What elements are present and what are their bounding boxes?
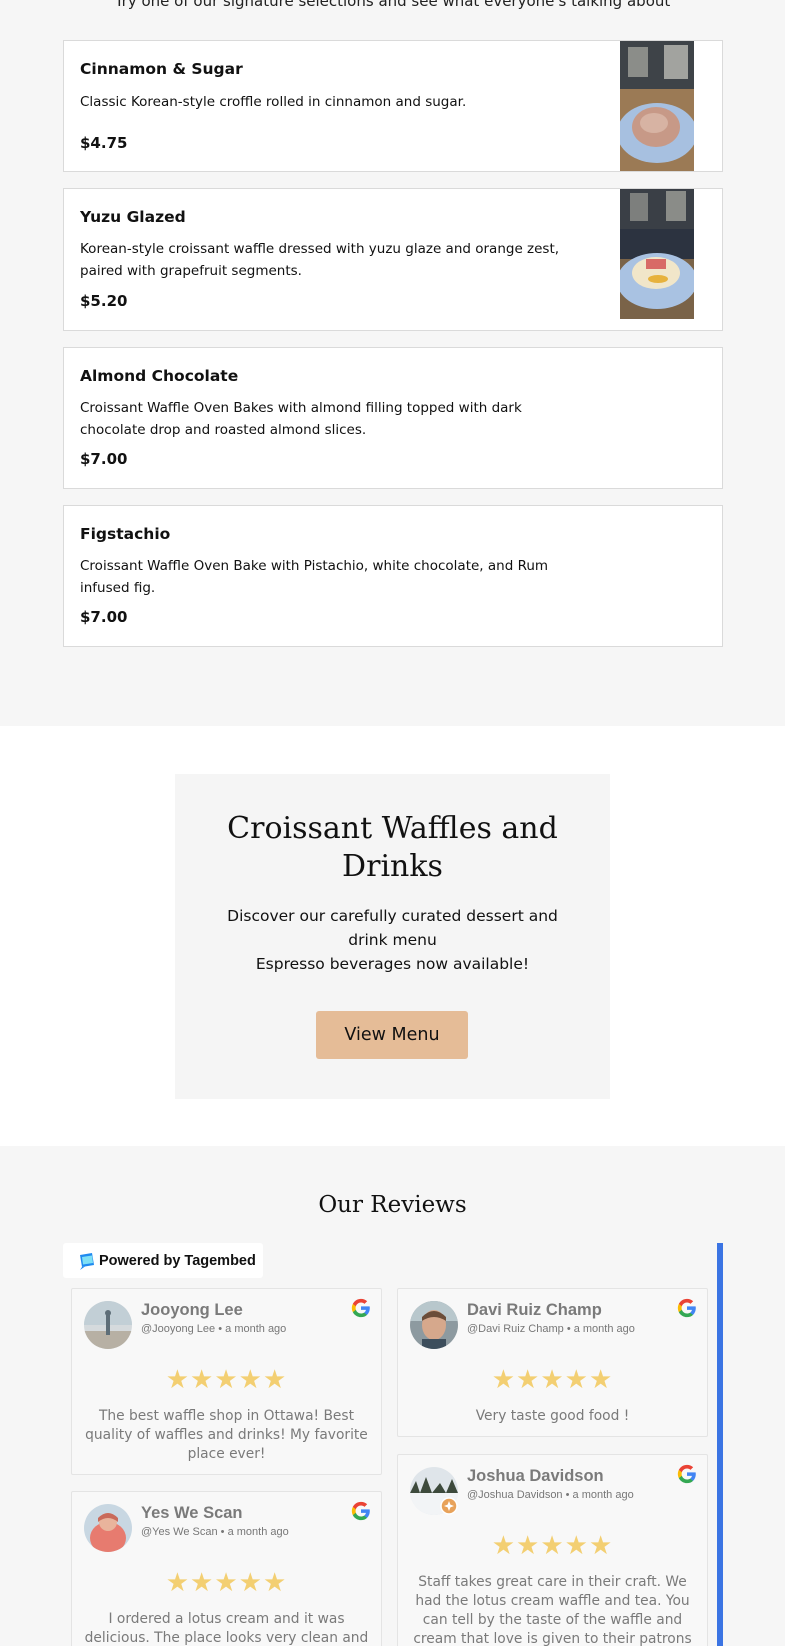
reviewer-handle: @Yes We Scan [141,1526,218,1538]
menu-item-yuzu-glazed[interactable]: Yuzu Glazed Korean-style croissant waffl… [63,188,723,331]
feature-section: Croissant Waffles and Drinks Discover ou… [0,726,785,1146]
menu-item-description: Croissant Waffle Oven Bake with Pistachi… [80,558,549,596]
tagembed-logo-icon [80,1252,94,1270]
google-icon [677,1464,696,1484]
menu-item-name: Yuzu Glazed [80,208,186,226]
review-time: • a month ago [566,1323,635,1335]
review-time: • a month ago [565,1489,634,1501]
menu-item-price: $7.00 [80,450,128,468]
menu-item-description: Classic Korean-style croffle rolled in c… [80,94,467,110]
star-rating: ★★★★★ [491,1365,614,1395]
intro-text: Try one of our signature selections and … [114,0,671,10]
reviews-title: Our Reviews [318,1192,467,1218]
reviewer-name: Jooyong Lee [141,1301,243,1319]
reviewer-handle: @Davi Ruiz Champ [467,1323,564,1335]
menu-item-price: $7.00 [80,608,128,626]
reviewer-handle: @Jooyong Lee [141,1323,216,1335]
review-text: Staff takes great care in their craft. W… [413,1574,692,1646]
review-text: I ordered a lotus cream and it was delic… [84,1611,369,1646]
review-time: • a month ago [218,1323,287,1335]
review-card: Davi Ruiz Champ @Davi Ruiz Champ • a mon… [397,1288,708,1437]
feature-title: Croissant Waffles and Drinks [227,811,558,884]
avatar [410,1301,458,1349]
google-icon [351,1298,370,1318]
menu-item-price: $4.75 [80,134,128,152]
menu-item-cinnamon-sugar[interactable]: Cinnamon & Sugar Classic Korean-style cr… [63,40,723,172]
star-rating: ★★★★★ [165,1568,288,1598]
reviewer-name: Yes We Scan [141,1504,243,1522]
powered-by-tagembed[interactable]: Powered by Tagembed [63,1243,263,1278]
view-menu-button[interactable]: View Menu [316,1011,468,1059]
menu-item-almond-chocolate[interactable]: Almond Chocolate Croissant Waffle Oven B… [63,347,723,489]
google-icon [677,1298,696,1318]
menu-item-price: $5.20 [80,292,128,310]
menu-item-figstachio[interactable]: Figstachio Croissant Waffle Oven Bake wi… [63,505,723,647]
feature-card: Croissant Waffles and Drinks Discover ou… [175,774,610,1099]
avatar [84,1301,132,1349]
feature-line-2: Espresso beverages now available! [255,955,530,973]
menu-item-description: Korean-style croissant waffle dressed wi… [80,241,560,279]
review-card: Joshua Davidson @Joshua Davidson • a mon… [397,1454,708,1646]
powered-by-label: Powered by Tagembed [99,1252,256,1269]
menu-item-description: Croissant Waffle Oven Bakes with almond … [80,400,522,438]
menu-item-name: Almond Chocolate [80,367,239,385]
reviewer-name: Davi Ruiz Champ [467,1301,602,1319]
reviewer-name: Joshua Davidson [467,1467,604,1485]
feature-line-1: Discover our carefully curated dessert a… [227,907,558,949]
review-time: • a month ago [220,1526,289,1538]
google-icon [351,1501,370,1521]
review-meta: @Yes We Scan • a month ago [141,1526,289,1538]
review-meta: @Jooyong Lee • a month ago [141,1323,286,1335]
local-guide-badge-icon [440,1497,458,1515]
avatar [84,1504,132,1552]
review-card: Jooyong Lee @Jooyong Lee • a month ago ★… [71,1288,382,1475]
reviewer-handle: @Joshua Davidson [467,1489,563,1501]
menu-item-name: Cinnamon & Sugar [80,60,243,78]
feature-description: Discover our carefully curated dessert a… [215,904,570,976]
review-meta: @Davi Ruiz Champ • a month ago [467,1323,635,1335]
reviews-scrollbar[interactable] [717,1243,723,1646]
review-text: Very taste good food ! [475,1408,630,1424]
star-rating: ★★★★★ [491,1531,614,1561]
menu-item-photo [620,189,694,319]
menu-item-photo [620,41,694,171]
star-rating: ★★★★★ [165,1365,288,1395]
review-text: The best waffle shop in Ottawa! Best qua… [85,1408,368,1462]
review-card: Yes We Scan @Yes We Scan • a month ago ★… [71,1491,382,1646]
menu-item-name: Figstachio [80,525,171,543]
review-meta: @Joshua Davidson • a month ago [467,1489,634,1501]
